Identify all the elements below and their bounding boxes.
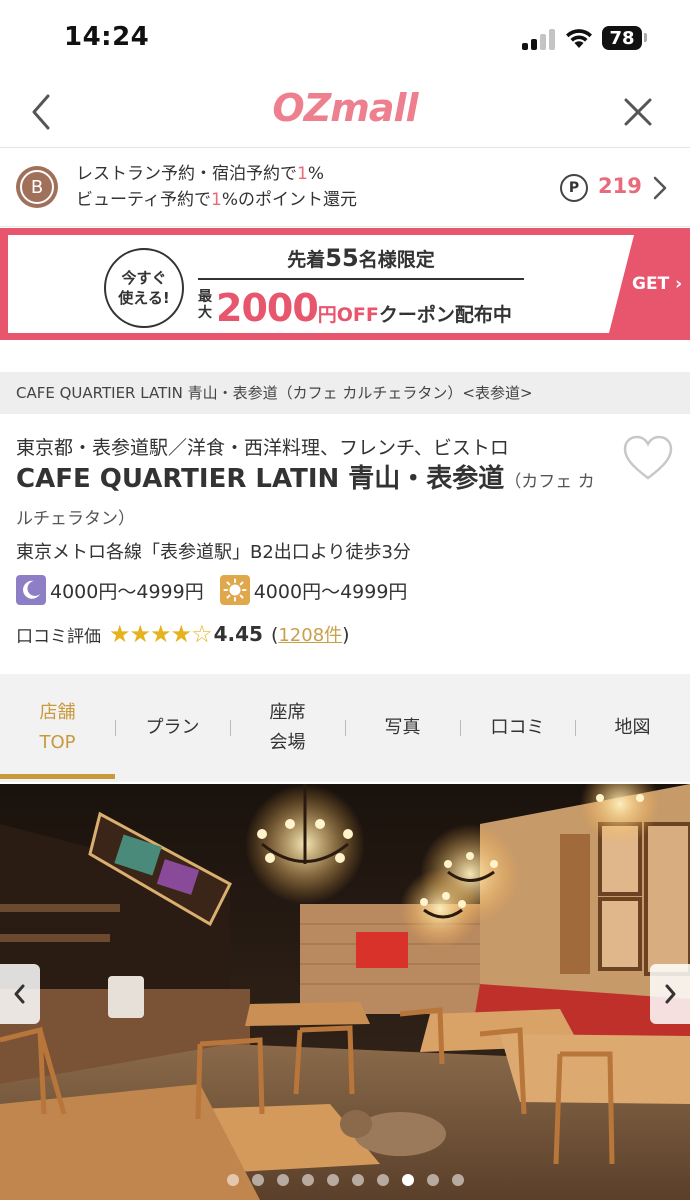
chevron-right-icon — [653, 176, 667, 200]
active-tab-indicator — [0, 774, 115, 779]
review-summary: 口コミ評価 ★★★★☆ 4.45 (1208件) — [16, 618, 350, 650]
coupon-max-char-1: 最 — [198, 289, 212, 305]
tab-photos-label: 写真 — [384, 717, 421, 738]
coupon-get-label: GET — [632, 274, 670, 294]
carousel-dot[interactable] — [276, 1174, 289, 1186]
battery-tip — [644, 33, 647, 42]
tab-bar: 店舗 TOP プラン 座席会場 写真 口コミ 地図 — [0, 674, 690, 782]
coupon-distribution-label: クーポン配布中 — [378, 304, 512, 326]
coupon-max-char-2: 大 — [198, 305, 212, 321]
coupon-amount: 2000 — [216, 286, 319, 330]
tab-plan-label: プラン — [145, 717, 200, 738]
moon-icon — [16, 575, 46, 605]
points-line-2-rate: 1 — [210, 190, 222, 210]
coupon-use-now-badge: 今すぐ 使える! — [104, 248, 184, 328]
price-range: 4000円～4999円 4000円～4999円 — [16, 574, 407, 606]
restaurant-name: CAFE QUARTIER LATIN 青山・表参道（カフェ カルチェラタン） — [16, 462, 606, 536]
restaurant-access: 東京メトロ各線「表参道駅」B2出口より徒歩3分 — [16, 542, 411, 563]
tab-reviews[interactable]: 口コミ — [460, 674, 575, 782]
tab-plan[interactable]: プラン — [115, 674, 230, 782]
close-icon[interactable] — [618, 92, 658, 132]
tab-seats[interactable]: 座席 会場 — [230, 674, 345, 782]
breadcrumb: CAFE QUARTIER LATIN 青山・表参道（カフェ カルチェラタン）<… — [0, 372, 690, 414]
tab-store-top[interactable]: 店舗 TOP — [0, 674, 115, 782]
wifi-icon — [566, 29, 592, 48]
cellular-signal-icon — [522, 28, 556, 50]
carousel-dot[interactable] — [426, 1174, 439, 1186]
lunch-price: 4000円～4999円 — [253, 580, 408, 603]
tab-photos[interactable]: 写真 — [345, 674, 460, 782]
coupon-max-label: 最大 — [198, 289, 216, 321]
carousel-dot[interactable] — [301, 1174, 314, 1186]
tab-store-top-line-2: TOP — [39, 732, 76, 753]
carousel-dot[interactable] — [251, 1174, 264, 1186]
tab-seats-label: 座席 会場 — [270, 698, 306, 758]
review-count-wrapper: (1208件) — [271, 621, 350, 647]
carousel-dot[interactable] — [401, 1174, 414, 1186]
restaurant-photo-carousel[interactable] — [0, 784, 690, 1200]
coupon-limit-number: 55 — [325, 244, 359, 272]
points-bar[interactable]: B レストラン予約・宿泊予約で1% ビューティ予約で1%のポイント還元 P 21… — [0, 149, 690, 227]
coupon-limit-text: 先着55名様限定 — [198, 244, 524, 272]
ozmall-logo[interactable]: OZmall — [0, 86, 690, 130]
coupon-badge-line-2: 使える! — [118, 289, 170, 307]
tab-map-label: 地図 — [614, 717, 651, 738]
carousel-pagination — [0, 1174, 690, 1192]
tab-store-top-label: 店舗 TOP — [39, 698, 75, 758]
chevron-left-icon — [14, 984, 25, 1004]
points-line-2: ビューティ予約で1%のポイント還元 — [76, 187, 357, 213]
coupon-badge-line-1: 今すぐ — [121, 269, 167, 287]
points-line-1-rate: 1 — [297, 164, 308, 184]
carousel-dot[interactable] — [451, 1174, 464, 1186]
points-line-1-text: レストラン予約・宿泊予約で — [76, 164, 297, 184]
nav-header: OZmall — [0, 78, 690, 148]
restaurant-interior-photo — [0, 784, 690, 1200]
points-line-1-unit: % — [307, 164, 324, 184]
carousel-dot[interactable] — [376, 1174, 389, 1186]
points-description: レストラン予約・宿泊予約で1% ビューティ予約で1%のポイント還元 — [76, 161, 357, 213]
heart-favorite-icon[interactable] — [622, 434, 674, 482]
sun-icon — [219, 575, 250, 605]
review-count-link[interactable]: 1208件 — [278, 625, 342, 646]
member-badge-icon: B — [16, 166, 58, 208]
points-line-2-suffix: %のポイント還元 — [221, 190, 357, 210]
coupon-get-button[interactable]: GET › — [632, 274, 682, 294]
stars-filled: ★★★★ — [109, 620, 192, 648]
chevron-right-icon — [665, 984, 676, 1004]
points-line-2-text: ビューティ予約で — [76, 190, 211, 210]
tab-map[interactable]: 地図 — [575, 674, 690, 782]
status-bar: 14:24 78 — [0, 0, 690, 78]
restaurant-name-text: CAFE QUARTIER LATIN 青山・表参道 — [16, 464, 505, 494]
carousel-dot[interactable] — [351, 1174, 364, 1186]
coupon-limit-suffix: 名様限定 — [358, 249, 435, 271]
tab-store-top-line-1: 店舗 — [39, 702, 76, 723]
carousel-prev-button[interactable] — [0, 964, 40, 1024]
tab-reviews-label: 口コミ — [490, 717, 545, 738]
battery-indicator: 78 — [602, 26, 642, 50]
point-coin-icon: P — [560, 174, 588, 202]
carousel-dot[interactable] — [226, 1174, 239, 1186]
review-paren-close: ) — [342, 624, 350, 646]
coupon-limit-prefix: 先着 — [287, 249, 326, 271]
point-balance: 219 — [598, 174, 642, 198]
chevron-right-icon: › — [675, 274, 683, 294]
coupon-off-label: 円OFF — [317, 304, 379, 326]
points-line-1: レストラン予約・宿泊予約で1% — [76, 161, 357, 187]
coupon-divider — [198, 278, 524, 280]
carousel-dot[interactable] — [326, 1174, 339, 1186]
carousel-next-button[interactable] — [650, 964, 690, 1024]
tab-seats-line-2: 会場 — [269, 732, 306, 753]
stars-empty: ☆ — [191, 620, 212, 648]
star-rating-icon: ★★★★☆ — [109, 620, 213, 648]
rating-score: 4.45 — [213, 622, 263, 646]
tab-seats-line-1: 座席 — [269, 702, 306, 723]
restaurant-category: 東京都・表参道駅／洋食・西洋料理、フレンチ、ビストロ — [16, 437, 509, 459]
dinner-price: 4000円～4999円 — [50, 580, 204, 603]
status-time: 14:24 — [64, 22, 150, 52]
coupon-offer-text: 最大 2000円OFFクーポン配布中 — [198, 286, 512, 330]
member-badge-letter: B — [20, 170, 54, 204]
review-label: 口コミ評価 — [16, 626, 101, 647]
